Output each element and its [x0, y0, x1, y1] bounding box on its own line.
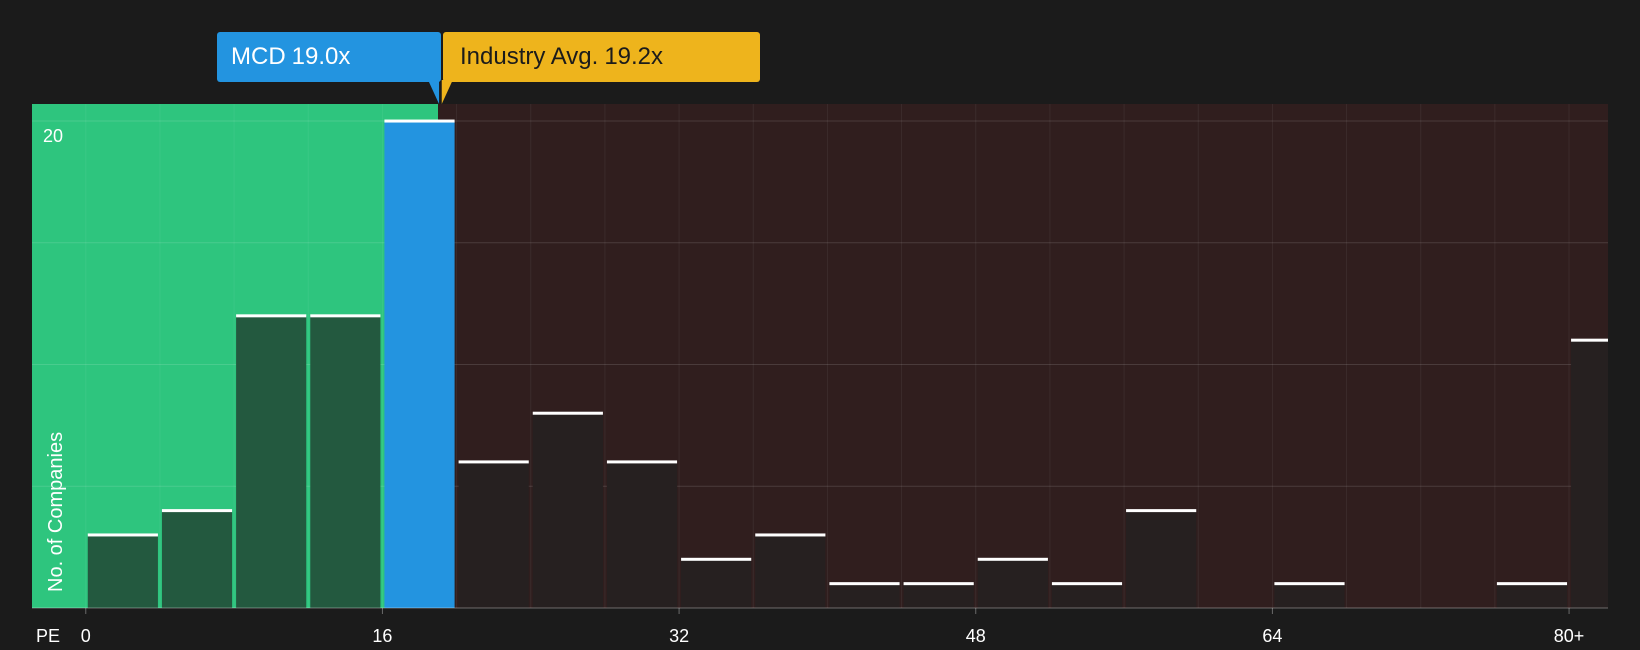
x-tick-label-64: 64	[1262, 626, 1282, 646]
x-tick-label-16: 16	[372, 626, 392, 646]
bar-3	[310, 315, 381, 608]
bar-20	[1571, 340, 1608, 608]
bar-top-19	[1496, 582, 1568, 586]
bar-top-13	[1051, 582, 1123, 586]
bar-top-4	[384, 119, 455, 123]
bar-7	[606, 461, 678, 608]
bar-top-7	[606, 460, 678, 464]
bar-top-16	[1274, 582, 1345, 586]
bar-top-9	[755, 533, 826, 537]
bar-1	[161, 510, 233, 608]
industry-avg-callout: Industry Avg. 19.2x	[443, 32, 760, 82]
company-marker-pointer	[428, 80, 440, 104]
bar-top-12	[977, 557, 1048, 561]
bar-14	[1126, 510, 1197, 608]
bar-19	[1496, 583, 1568, 608]
bar-top-6	[532, 411, 603, 415]
x-tick-label-0: 0	[81, 626, 91, 646]
bar-0	[87, 534, 158, 608]
bar-top-3	[310, 314, 381, 318]
industry-marker-pointer	[441, 80, 453, 104]
bar-6	[532, 413, 603, 608]
bar-top-0	[87, 533, 158, 537]
bar-16	[1274, 583, 1345, 608]
bar-5	[458, 461, 529, 608]
company-pe-value: 19.0x	[291, 43, 351, 70]
company-ticker: MCD	[231, 43, 286, 70]
bar-top-5	[458, 460, 529, 464]
bar-8	[681, 559, 752, 608]
bar-top-11	[903, 582, 974, 586]
bar-top-20	[1571, 338, 1608, 342]
bar-4	[384, 121, 455, 608]
bar-11	[903, 583, 974, 608]
bar-9	[755, 534, 826, 608]
x-tick-label-80+: 80+	[1554, 626, 1585, 646]
bar-10	[829, 583, 900, 608]
bar-top-8	[681, 557, 752, 561]
pe-distribution-chart: 0 16 32 48 64 80+ PE 20 No. of Companies	[32, 80, 1608, 646]
bar-top-1	[161, 509, 233, 513]
y-axis-label: No. of Companies	[45, 432, 67, 592]
bar-2	[236, 315, 307, 608]
industry-avg-label: Industry Avg.	[460, 43, 599, 70]
y-tick-label-20: 20	[43, 126, 63, 146]
bar-top-10	[829, 582, 900, 586]
bar-12	[977, 559, 1048, 608]
bar-top-2	[236, 314, 307, 318]
bar-13	[1051, 583, 1123, 608]
x-tick-label-48: 48	[966, 626, 986, 646]
x-axis-label: PE	[36, 626, 60, 646]
x-tick-label-32: 32	[669, 626, 689, 646]
industry-avg-value: 19.2x	[604, 43, 664, 70]
company-pe-callout: MCD 19.0x	[217, 32, 441, 82]
bar-top-14	[1126, 509, 1197, 513]
